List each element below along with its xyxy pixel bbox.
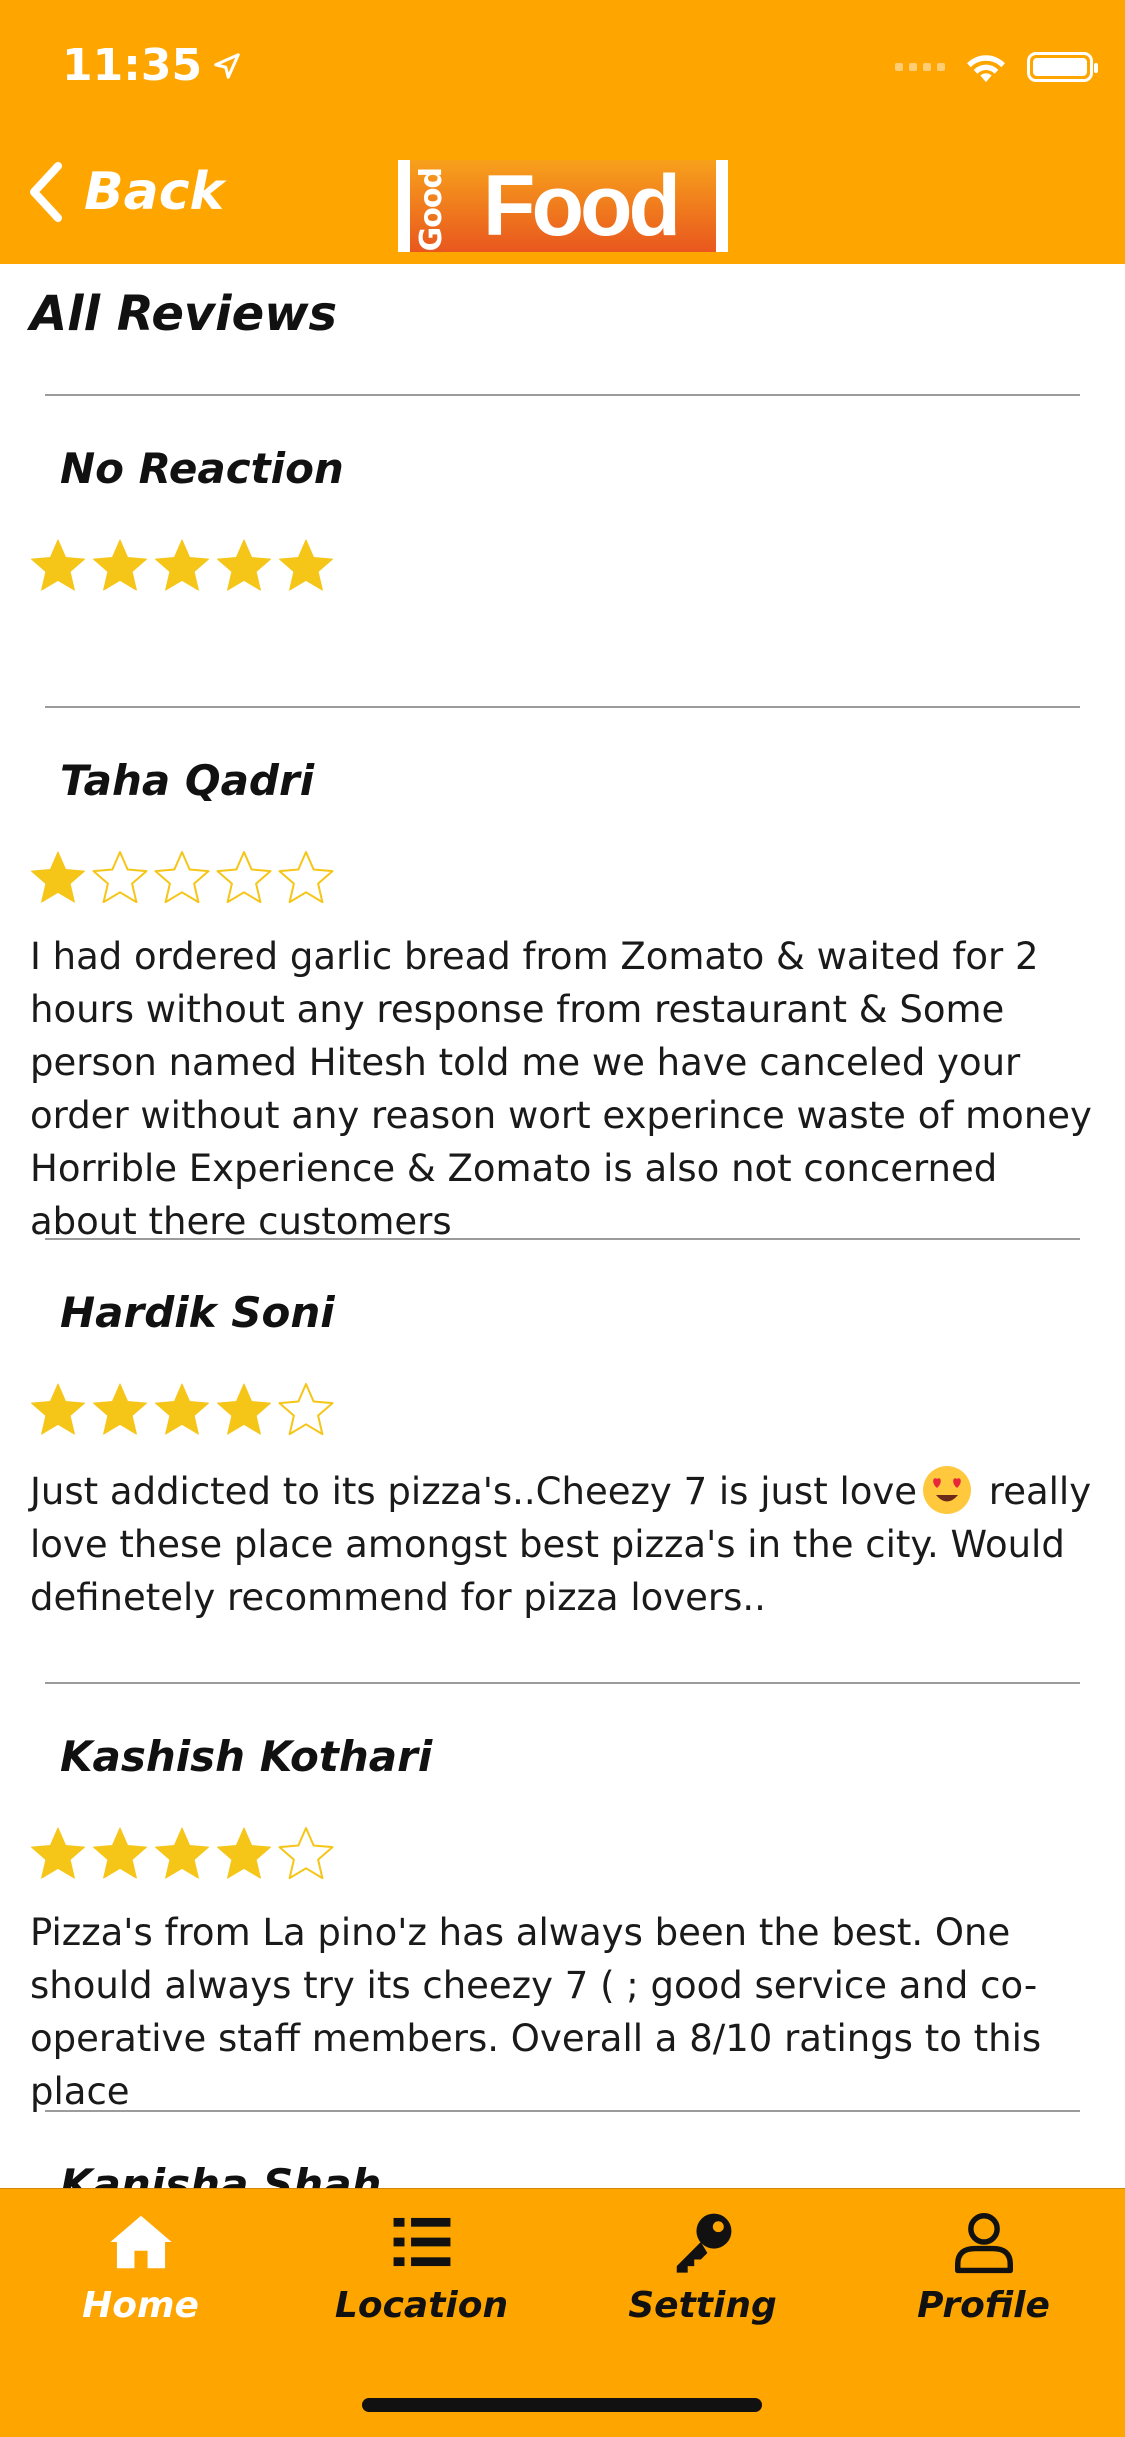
tab-home[interactable]: Home	[0, 2207, 281, 2326]
top-nav-bar: 11:35 Back Good Food	[0, 0, 1125, 264]
home-icon	[109, 2215, 172, 2269]
star-filled-icon	[279, 539, 333, 591]
star-empty-icon	[216, 851, 272, 904]
star-empty-icon	[278, 1383, 334, 1436]
divider	[45, 394, 1080, 396]
tab-label: Profile	[917, 2285, 1050, 2326]
review-text: Pizza's from La pino'z has always been t…	[30, 1911, 1042, 2113]
star-filled-icon	[31, 539, 85, 591]
star-rating	[28, 848, 336, 908]
star-filled-icon	[217, 1383, 271, 1435]
star-filled-icon	[31, 851, 85, 903]
key-icon	[676, 2213, 731, 2273]
list-icon	[393, 2217, 450, 2267]
star-empty-icon	[92, 851, 148, 904]
star-empty-icon	[278, 1827, 334, 1880]
reviewer-name: Kashish Kothari	[60, 1732, 433, 1781]
back-button[interactable]: Back	[26, 160, 224, 224]
battery-icon	[1027, 52, 1098, 82]
logo-good-text: Good	[414, 168, 449, 252]
star-filled-icon	[217, 1827, 271, 1879]
home-indicator	[362, 2398, 762, 2412]
tab-label: Home	[82, 2285, 199, 2326]
reviewer-name: No Reaction	[60, 444, 344, 493]
star-filled-icon	[155, 1827, 209, 1879]
tab-setting[interactable]: Setting	[562, 2207, 843, 2326]
heart-eyes-emoji-icon	[923, 1466, 972, 1514]
tab-location[interactable]: Location	[281, 2207, 562, 2326]
tab-profile[interactable]: Profile	[843, 2207, 1124, 2326]
reviewer-name: Kanisha Shah	[60, 2160, 382, 2188]
review-text: Just addicted to its pizza's..Cheezy 7 i…	[30, 1464, 1110, 1624]
star-empty-icon	[154, 851, 210, 904]
location-arrow-icon	[214, 52, 240, 79]
logo-food-text: Food	[482, 158, 681, 254]
back-label: Back	[84, 162, 225, 222]
divider	[45, 2110, 1080, 2112]
reviewer-name: Hardik Soni	[60, 1288, 335, 1337]
tab-label: Setting	[628, 2285, 777, 2326]
wifi-icon	[967, 55, 1005, 83]
star-rating	[28, 536, 336, 596]
tab-label: Location	[334, 2285, 509, 2326]
page-title: All Reviews	[30, 286, 338, 342]
star-filled-icon	[155, 1383, 209, 1435]
review-text: I had ordered garlic bread from Zomato &…	[30, 935, 1092, 1243]
reviewer-name: Taha Qadri	[60, 756, 315, 805]
user-icon	[954, 2213, 1013, 2274]
star-filled-icon	[93, 1383, 147, 1435]
star-filled-icon	[217, 539, 271, 591]
reviews-list[interactable]: All Reviews No Reaction Taha Qadri I had…	[0, 264, 1125, 2188]
star-filled-icon	[31, 1383, 85, 1435]
star-empty-icon	[278, 851, 334, 904]
status-indicators	[895, 50, 1098, 84]
star-filled-icon	[93, 1827, 147, 1879]
divider	[45, 706, 1080, 708]
star-filled-icon	[31, 1827, 85, 1879]
star-filled-icon	[93, 539, 147, 591]
divider	[45, 1238, 1080, 1240]
star-rating	[28, 1824, 336, 1884]
cellular-signal-icon	[895, 63, 945, 71]
chevron-left-icon	[30, 162, 62, 222]
divider	[45, 1682, 1080, 1684]
status-time: 11:35	[62, 40, 242, 91]
star-filled-icon	[155, 539, 209, 591]
good-food-logo: Good Food	[398, 160, 728, 252]
star-rating	[28, 1380, 336, 1440]
